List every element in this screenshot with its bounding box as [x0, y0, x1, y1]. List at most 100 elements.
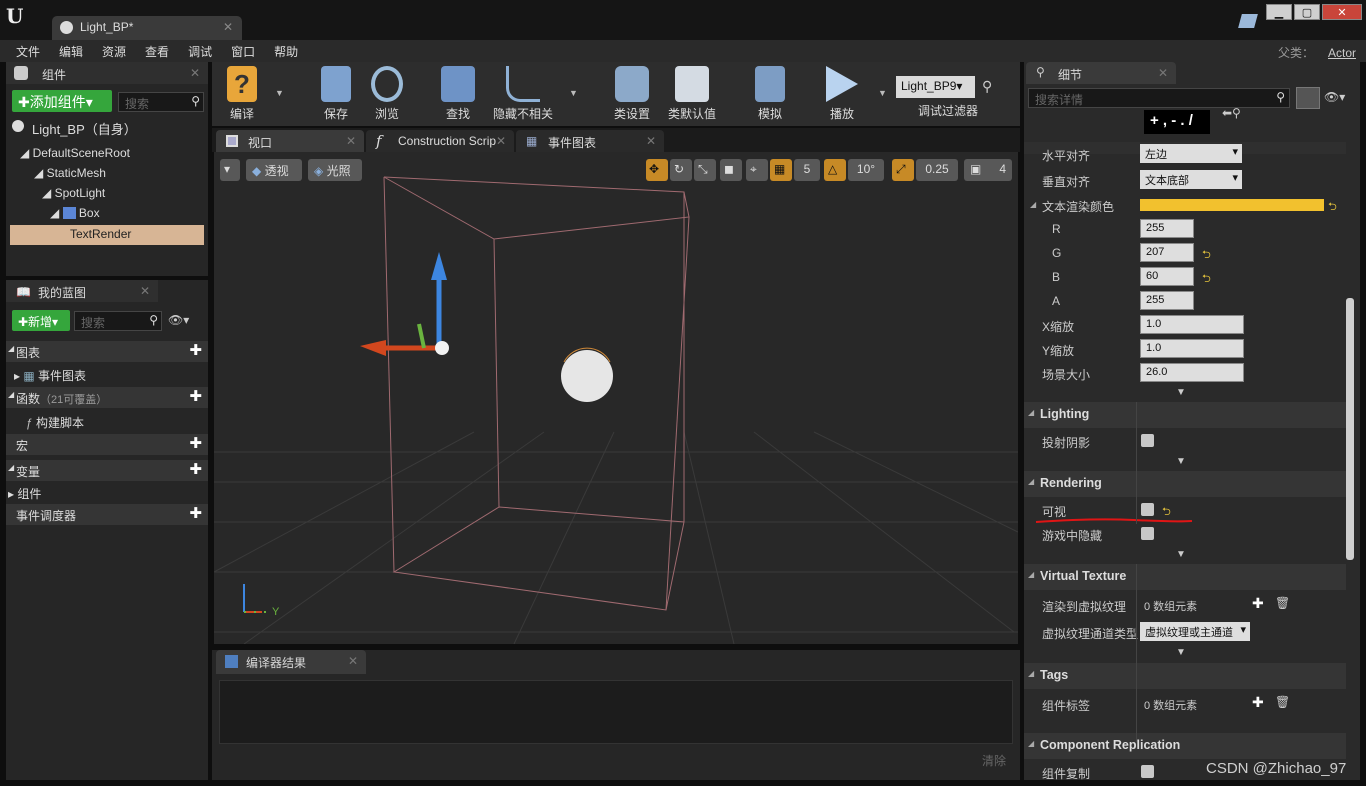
save-button[interactable]: 保存: [312, 66, 360, 122]
category-virtual-texture[interactable]: Virtual Texture: [1024, 564, 1346, 590]
new-button[interactable]: ✚新增▾: [12, 310, 70, 331]
self-item[interactable]: Light_BP（自身）: [32, 119, 137, 138]
close-tab-icon[interactable]: ✕: [646, 134, 656, 148]
advanced-expand-icon[interactable]: ▼: [1176, 549, 1188, 560]
scale-snap-value[interactable]: 0.25: [916, 159, 958, 181]
tree-item-box[interactable]: ◢ Box: [50, 206, 100, 220]
rotate-tool-icon[interactable]: ↻: [670, 159, 692, 181]
add-variable-icon[interactable]: ✚: [189, 462, 202, 477]
advanced-expand-icon[interactable]: ▼: [1176, 456, 1188, 467]
section-dispatchers[interactable]: 事件调度器 ✚: [6, 504, 208, 525]
close-tab-icon[interactable]: ✕: [348, 654, 358, 668]
category-component-replication[interactable]: Component Replication: [1024, 733, 1346, 759]
reset-to-default-icon[interactable]: ⮌: [1202, 270, 1211, 289]
rotation-snap-icon[interactable]: △: [824, 159, 846, 181]
worldsize-field[interactable]: 26.0: [1140, 363, 1244, 382]
menu-window[interactable]: 窗口: [231, 43, 255, 60]
menu-view[interactable]: 查看: [145, 43, 169, 60]
halign-select[interactable]: 左边: [1140, 144, 1242, 163]
translate-tool-icon[interactable]: ✥: [646, 159, 668, 181]
tree-item-staticmesh[interactable]: ◢ StaticMesh: [34, 166, 106, 180]
add-component-button[interactable]: ✚添加组件▾: [12, 90, 112, 112]
search-icon[interactable]: ⚲: [982, 78, 992, 95]
components-tab[interactable]: 组件 ✕: [6, 62, 208, 84]
cast-shadow-checkbox[interactable]: [1141, 434, 1154, 447]
section-functions[interactable]: ◢ 函数（21可覆盖） ✚: [6, 387, 208, 408]
close-panel-icon[interactable]: ✕: [140, 284, 150, 298]
close-panel-icon[interactable]: ✕: [190, 66, 200, 80]
tree-item-spotlight[interactable]: ◢ SpotLight: [42, 186, 105, 200]
compile-dropdown-icon[interactable]: ▼: [275, 88, 284, 98]
add-element-icon[interactable]: ✚: [1252, 694, 1264, 711]
perspective-button[interactable]: ◆ 透视: [246, 159, 302, 181]
blueprint-search-input[interactable]: 搜索 ⚲: [74, 311, 162, 331]
close-button[interactable]: ✕: [1322, 4, 1362, 20]
hidden-in-game-checkbox[interactable]: [1141, 527, 1154, 540]
text-preview[interactable]: + , - . /: [1144, 110, 1210, 134]
section-variables[interactable]: ◢ 变量 ✚: [6, 460, 208, 481]
simulate-button[interactable]: 模拟: [748, 66, 792, 122]
clear-button[interactable]: 清除: [982, 752, 1006, 769]
r-value-field[interactable]: 255: [1140, 219, 1194, 238]
section-macros[interactable]: 宏 ✚: [6, 434, 208, 455]
tab-construction-script[interactable]: f Construction Scrip ✕: [366, 130, 514, 152]
trash-icon[interactable]: 🗑: [1275, 596, 1290, 610]
minimize-button[interactable]: ▁: [1266, 4, 1292, 20]
pass-type-select[interactable]: 虚拟纹理或主通道: [1140, 622, 1250, 641]
menu-file[interactable]: 文件: [16, 43, 40, 60]
scale-snap-icon[interactable]: ⤢: [892, 159, 914, 181]
my-blueprint-tab[interactable]: 📖 我的蓝图 ✕: [6, 280, 158, 302]
parent-class-link[interactable]: Actor: [1328, 46, 1356, 60]
document-tab[interactable]: Light_BP* ✕: [52, 16, 242, 40]
hide-unrelated-button[interactable]: 隐藏不相关: [488, 66, 558, 122]
g-value-field[interactable]: 207: [1140, 243, 1194, 262]
learn-icon[interactable]: [1238, 14, 1258, 28]
replicates-checkbox[interactable]: [1141, 765, 1154, 778]
property-matrix-icon[interactable]: [1296, 87, 1320, 109]
trash-icon[interactable]: 🗑: [1275, 695, 1290, 709]
eye-icon[interactable]: 👁▾: [168, 313, 189, 327]
play-dropdown-icon[interactable]: ▼: [878, 88, 887, 98]
components-search-input[interactable]: 搜索 ⚲: [118, 92, 204, 112]
close-tab-icon[interactable]: ✕: [496, 134, 506, 148]
close-tab-icon[interactable]: ✕: [1158, 66, 1168, 80]
item-construction-script[interactable]: ƒ 构建脚本: [6, 411, 208, 432]
reset-to-default-icon[interactable]: ⮌: [1328, 198, 1337, 217]
viewport-options-button[interactable]: ▾: [220, 159, 240, 181]
category-lighting[interactable]: Lighting: [1024, 402, 1346, 428]
xscale-field[interactable]: 1.0: [1140, 315, 1244, 334]
world-local-icon[interactable]: ◼: [720, 159, 742, 181]
surface-snap-icon[interactable]: ⌖: [746, 159, 768, 181]
compiler-output[interactable]: [219, 680, 1013, 744]
menu-edit[interactable]: 编辑: [59, 43, 83, 60]
grid-snap-icon[interactable]: ▦: [770, 159, 792, 181]
maximize-button[interactable]: ▢: [1294, 4, 1320, 20]
add-graph-icon[interactable]: ✚: [189, 343, 202, 358]
advanced-expand-icon[interactable]: ▼: [1176, 647, 1188, 658]
lit-button[interactable]: ◈ 光照: [308, 159, 362, 181]
close-tab-icon[interactable]: ✕: [346, 134, 356, 148]
tab-viewport[interactable]: 视口 ✕: [216, 130, 364, 152]
section-graphs[interactable]: ◢ 图表 ✚: [6, 341, 208, 362]
transform-gizmo[interactable]: [360, 252, 449, 356]
add-macro-icon[interactable]: ✚: [189, 436, 202, 451]
visibility-eye-icon[interactable]: 👁▾: [1324, 90, 1345, 104]
class-defaults-button[interactable]: 类默认值: [664, 66, 720, 122]
rotation-snap-value[interactable]: 10°: [848, 159, 884, 181]
compiler-results-tab[interactable]: 编译器结果 ✕: [216, 650, 366, 674]
add-function-icon[interactable]: ✚: [189, 389, 202, 404]
tree-item-defaultsceneroot[interactable]: ◢ DefaultSceneRoot: [20, 146, 130, 160]
reset-to-default-icon[interactable]: ⮌: [1202, 246, 1211, 265]
compile-button[interactable]: ? 编译: [218, 66, 266, 122]
category-rendering[interactable]: Rendering: [1024, 471, 1346, 497]
add-dispatcher-icon[interactable]: ✚: [189, 506, 202, 521]
category-tags[interactable]: Tags: [1024, 663, 1346, 689]
yscale-field[interactable]: 1.0: [1140, 339, 1244, 358]
spotlight-sphere[interactable]: [561, 350, 613, 402]
item-components[interactable]: ▸ 组件: [6, 483, 208, 502]
browse-button[interactable]: 浏览: [364, 66, 410, 122]
viewport[interactable]: Y ▾ ◆ 透视 ◈ 光照 ✥ ↻ ⤡ ◼ ⌖ ▦ 5 △ 10° ⤢ 0.25…: [214, 152, 1018, 644]
class-settings-button[interactable]: 类设置: [610, 66, 654, 122]
tab-event-graph[interactable]: ▦ 事件图表 ✕: [516, 130, 664, 152]
tree-item-textrender[interactable]: TextRender: [10, 225, 204, 245]
